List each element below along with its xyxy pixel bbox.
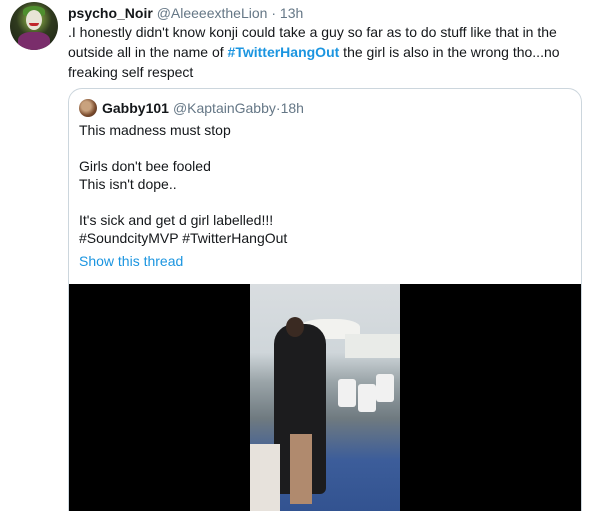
video-frame xyxy=(250,284,400,511)
quoted-line xyxy=(79,193,569,211)
chair-shape xyxy=(338,379,356,407)
quoted-author-handle[interactable]: @KaptainGabby xyxy=(173,99,276,117)
quoted-hashtags[interactable]: #SoundcityMVP #TwitterHangOut xyxy=(79,229,569,247)
tweet-header: psycho_Noir @AleeeextheLion · 13h xyxy=(68,4,303,22)
author-avatar[interactable] xyxy=(10,2,58,50)
quoted-line: Girls don't bee fooled xyxy=(79,158,211,174)
head-figure xyxy=(286,317,304,337)
quoted-line xyxy=(79,139,569,157)
legs-figure xyxy=(290,434,312,504)
quoted-author-name[interactable]: Gabby101 xyxy=(102,99,169,117)
quoted-line: This madness must stop xyxy=(79,122,231,138)
tweet[interactable]: psycho_Noir @AleeeextheLion · 13h .I hon… xyxy=(0,0,597,511)
hashtag-link[interactable]: #TwitterHangOut xyxy=(228,44,340,60)
author-name[interactable]: psycho_Noir xyxy=(68,5,153,21)
quoted-text: This madness must stop Girls don't bee f… xyxy=(79,121,569,247)
quoted-line: It's sick and get d girl labelled!!! xyxy=(79,212,274,228)
chair-shape xyxy=(358,384,376,412)
avatar-suit xyxy=(18,32,50,50)
author-handle[interactable]: @AleeeextheLion xyxy=(157,5,268,21)
quoted-avatar[interactable] xyxy=(79,99,97,117)
quoted-time[interactable]: 18h xyxy=(281,99,304,117)
tent-shape xyxy=(345,334,400,358)
quoted-line: This isn't dope.. xyxy=(79,176,177,192)
avatar-grin xyxy=(29,23,39,26)
chair-shape xyxy=(376,374,394,402)
quoted-tweet[interactable]: Gabby101 @KaptainGabby · 18h This madnes… xyxy=(68,88,582,511)
video-player[interactable] xyxy=(69,284,581,511)
tweet-text: .I honestly didn't know konji could take… xyxy=(68,22,588,82)
separator-dot: · xyxy=(271,5,277,21)
foreground-figure xyxy=(250,444,280,511)
tweet-time[interactable]: 13h xyxy=(280,5,303,21)
avatar-face xyxy=(26,10,42,30)
show-thread-link[interactable]: Show this thread xyxy=(79,252,183,270)
quoted-header: Gabby101 @KaptainGabby · 18h xyxy=(79,99,304,117)
